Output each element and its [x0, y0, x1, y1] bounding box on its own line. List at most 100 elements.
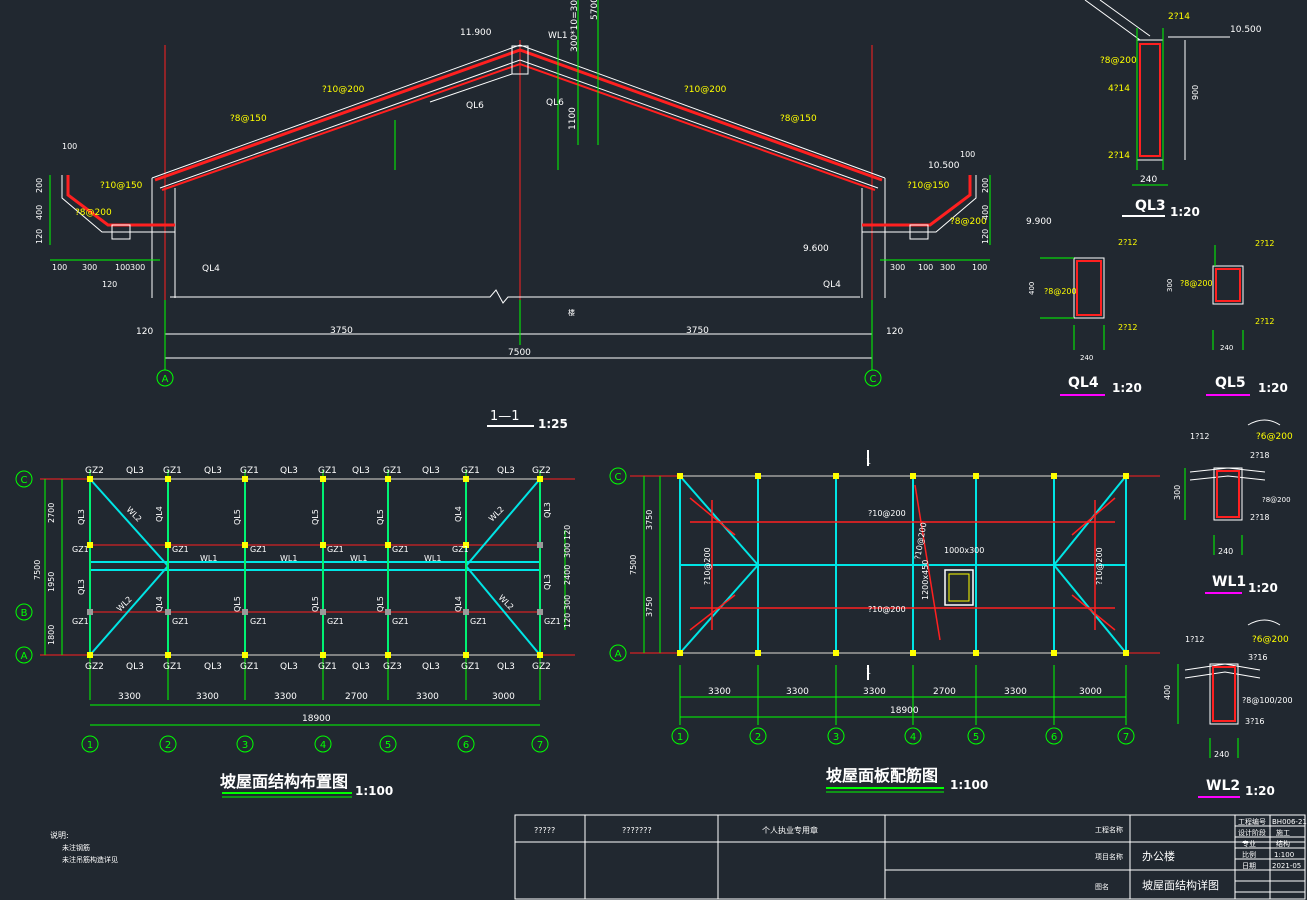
beam-label: GZ1 — [327, 545, 344, 554]
dim-eave-l-120: 120 — [35, 229, 44, 244]
beam-label: GZ1 — [72, 617, 89, 626]
beam-label: GZ1 — [172, 545, 189, 554]
beam-label: GZ1 — [392, 545, 409, 554]
slab-span: 3300 — [1004, 687, 1027, 697]
beam-label: QL4 — [454, 596, 463, 612]
slab-axis-x: 6 — [1051, 732, 1057, 743]
slab-axis-x: 5 — [973, 732, 979, 743]
plan-top-label: GZ1 — [383, 466, 402, 476]
slab-axis-y: C — [615, 472, 622, 483]
section-view — [49, 0, 991, 370]
slab-vdim: 3750 — [645, 597, 654, 617]
plan-axis-y: C — [21, 475, 28, 486]
tb-seal: 个人执业专用章 — [762, 825, 818, 835]
beam-label: QL3 — [543, 502, 552, 518]
tb-drawing-label: 图名 — [1095, 882, 1109, 891]
cad-drawing-canvas: 11.900 10.500 10.500 9.600 9.900 WL1 QL6… — [15, 0, 1307, 900]
slab-axis-x: 4 — [910, 732, 916, 743]
section-axis-a-label: A — [162, 374, 169, 385]
elev-gutter: 9.900 — [1026, 217, 1052, 227]
plan-bottom-label: QL3 — [497, 662, 515, 672]
plan-axis-y: A — [21, 651, 28, 662]
plan-right-dim: 120 — [563, 525, 572, 540]
ql3-scale: 1:20 — [1170, 205, 1200, 219]
ql3-top-bars: 2?14 — [1168, 12, 1190, 22]
ql5-title: QL5 — [1215, 375, 1246, 391]
plan-vdim: 2700 — [47, 503, 56, 523]
beam-label: WL1 — [200, 554, 217, 563]
beam-label: WL2 — [115, 595, 134, 614]
dim-eave-r-100b: 100 — [918, 263, 933, 272]
section-scale: 1:25 — [538, 417, 568, 431]
dim-eave-l-100b: 100 — [52, 263, 67, 272]
wl1-bottom-bars: 2?18 — [1250, 513, 1270, 522]
beam-label: GZ1 — [250, 617, 267, 626]
tb-drawing: 坡屋面结构详图 — [1142, 878, 1219, 892]
beam-label: QL5 — [311, 596, 320, 612]
wl1-left-bar: 1?12 — [1190, 432, 1210, 441]
ql4-detail — [1040, 257, 1105, 350]
ql5-scale: 1:20 — [1258, 381, 1288, 395]
plan-top-label: QL3 — [280, 466, 298, 476]
plan-axis-x: 4 — [320, 740, 326, 751]
elev-beam: 9.600 — [803, 244, 829, 254]
tb-project-label: 项目名称 — [1095, 852, 1123, 861]
beam-label: GZ1 — [327, 617, 344, 626]
plan-bottom-label: GZ1 — [318, 662, 337, 672]
slab-cut-top: 1 — [866, 457, 871, 466]
plan-beam-labels: QL3 WL2 QL4 QL5 QL5 QL5 QL4 WL2 QL3 GZ1 … — [72, 502, 561, 626]
beam-label: QL4 — [155, 596, 164, 612]
plan-span: 3000 — [492, 692, 515, 702]
tb-k5: 日期 — [1242, 862, 1256, 870]
plan-vdim: 1800 — [47, 625, 56, 645]
tb-v3: 结构 — [1276, 839, 1290, 848]
plan-span: 3300 — [416, 692, 439, 702]
plan-axis-y: B — [21, 608, 28, 619]
dim-eave-r-400: 400 — [981, 205, 990, 220]
slab-span: 3300 — [708, 687, 731, 697]
ql3-title: QL3 — [1135, 198, 1166, 214]
wl1-title: WL1 — [1212, 574, 1246, 590]
plan-top-label: GZ1 — [461, 466, 480, 476]
plan-bottom-label: QL3 — [204, 662, 222, 672]
section-axis-a: A — [156, 369, 174, 387]
plan-right-dim: 300 — [563, 595, 572, 610]
wl1-stirrup: ?8@200 — [1262, 496, 1291, 504]
wl1-top-bars: 2?18 — [1250, 451, 1270, 460]
slab-rebar: ?10@200 — [703, 547, 712, 585]
plan-bottom-label: GZ3 — [383, 662, 402, 672]
beam-label: GZ1 — [250, 545, 267, 554]
beam-label: GZ1 — [544, 617, 561, 626]
beam-label: GZ1 — [470, 617, 487, 626]
wl2-height: 400 — [1163, 685, 1172, 700]
slab-plan — [630, 450, 1160, 725]
ql3-mid-bars: 4?14 — [1108, 84, 1130, 94]
plan-axis-x: 5 — [385, 740, 391, 751]
plan-scale: 1:100 — [355, 784, 393, 798]
section-title: 1—1 — [490, 409, 520, 424]
plan-axis-x: 3 — [242, 740, 248, 751]
beam-label: QL5 — [311, 509, 320, 525]
slab-span: 2700 — [933, 687, 956, 697]
slab-scale: 1:100 — [950, 778, 988, 792]
wl1-width: 240 — [1218, 547, 1233, 556]
dim-left-half: 3750 — [330, 326, 353, 336]
wl1-top-distribution: ?6@200 — [1256, 432, 1293, 442]
plan-right-dim: 2400 — [563, 565, 572, 585]
slab-cut-bottom: 1 — [866, 667, 871, 676]
notes-head: 说明: — [50, 830, 69, 840]
slab-axis-x: 1 — [677, 732, 683, 743]
ql3-stirrup: ?8@200 — [1100, 56, 1137, 66]
slab-span: 3300 — [863, 687, 886, 697]
slab-rebar: ?10@200 — [1095, 547, 1104, 585]
dim-eave-r-300: 300 — [890, 263, 905, 272]
rebar-eave-left-2: ?8@200 — [75, 208, 112, 218]
beam-label: QL5 — [233, 596, 242, 612]
rebar-slab-right: ?8@150 — [780, 114, 817, 124]
tb-k3: 专业 — [1242, 839, 1256, 848]
ql4-width: 240 — [1080, 354, 1093, 362]
plan-bottom-label: GZ1 — [240, 662, 259, 672]
plan-top-label: GZ1 — [318, 466, 337, 476]
ql5-stirrup: ?8@200 — [1180, 279, 1213, 288]
slab-rebar: ?10@200 — [868, 509, 906, 518]
